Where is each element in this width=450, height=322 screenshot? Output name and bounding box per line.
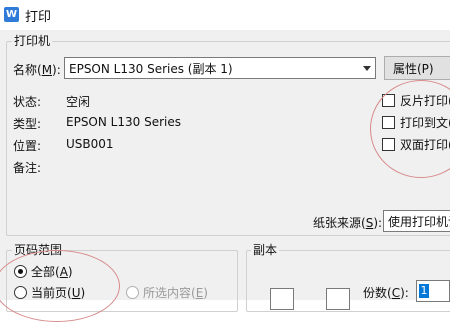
- wps-writer-icon: W: [4, 7, 19, 22]
- paper-source-value: 使用打印机设: [388, 215, 450, 229]
- printer-select[interactable]: EPSON L130 Series (副本 1): [64, 57, 376, 79]
- printer-name-label: 名称(M):: [13, 63, 61, 77]
- title-bar: W 打印: [0, 0, 450, 30]
- location-value: USB001: [66, 137, 114, 151]
- window-title: 打印: [25, 10, 52, 25]
- print-dialog: 打印机 名称(M): EPSON L130 Series (副本 1) 属性(P…: [0, 30, 450, 322]
- paper-source-select[interactable]: 使用打印机设: [383, 210, 450, 232]
- printer-group-label: 打印机: [12, 32, 53, 49]
- copies-value: 1: [419, 284, 429, 298]
- range-selection-radio[interactable]: [126, 286, 139, 299]
- status-label: 状态:: [13, 95, 42, 109]
- type-value: EPSON L130 Series: [66, 115, 181, 129]
- annotation-circle: [0, 250, 120, 322]
- properties-button[interactable]: 属性(P): [384, 56, 450, 80]
- comment-label: 备注:: [13, 161, 42, 175]
- collate-page-icon: [326, 288, 350, 310]
- paper-source-label: 纸张来源(S):: [313, 216, 383, 230]
- collate-page-icon: [270, 288, 294, 310]
- range-selection-label: 所选内容(E): [143, 286, 208, 300]
- location-label: 位置:: [13, 139, 42, 153]
- copies-label: 份数(C):: [363, 286, 409, 300]
- chevron-down-icon: [363, 66, 371, 71]
- copies-input[interactable]: 1: [416, 280, 450, 302]
- status-value: 空闲: [66, 95, 91, 109]
- type-label: 类型:: [13, 117, 42, 131]
- printer-select-value: EPSON L130 Series (副本 1): [69, 62, 233, 76]
- copies-group-label: 副本: [251, 241, 280, 258]
